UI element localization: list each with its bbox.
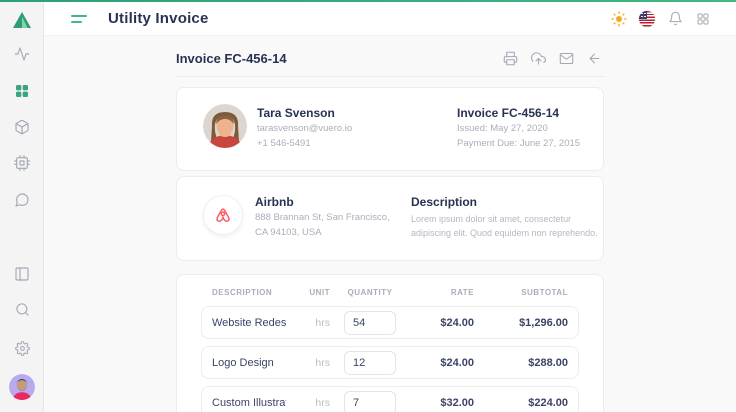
topbar-title: Utility Invoice (108, 10, 209, 27)
topbar-actions (611, 11, 736, 27)
user-avatar[interactable] (9, 374, 35, 400)
sidebar-item-search[interactable] (0, 301, 44, 317)
invoice-meta-block: Invoice FC-456-14 Issued: May 27, 2020 P… (457, 104, 581, 154)
company-block: Airbnb 888 Brannan St, San Francisco, CA… (203, 193, 411, 244)
sun-icon (611, 11, 627, 27)
dashboard-grid-icon (14, 83, 30, 99)
arrow-left-icon (587, 51, 602, 66)
main-content: Invoice FC-456-14 (44, 36, 736, 412)
cpu-icon (14, 155, 30, 171)
app-logo[interactable] (0, 9, 44, 31)
customer-avatar (203, 104, 247, 148)
us-flag-icon (639, 11, 655, 27)
table-header-row: DESCRIPTION UNIT QUANTITY RATE SUBTOTAL (201, 288, 579, 297)
item-rate: $24.00 (410, 357, 474, 369)
item-description: Custom Illustrations (212, 397, 286, 409)
item-rate: $32.00 (410, 397, 474, 409)
quantity-input[interactable] (344, 351, 396, 375)
print-button[interactable] (503, 51, 518, 66)
description-title: Description (411, 195, 601, 209)
item-description: Website Redesign (212, 317, 286, 329)
item-subtotal: $288.00 (488, 357, 568, 369)
apps-grid-icon (696, 12, 710, 26)
vuero-logo-icon (11, 9, 33, 31)
description-block: Description Lorem ipsum dolor sit amet, … (411, 193, 601, 244)
sidebar-item-messages[interactable] (0, 192, 44, 208)
activity-icon (14, 46, 30, 62)
table-row: Logo Design hrs $24.00 $288.00 (201, 346, 579, 379)
company-description-card: Airbnb 888 Brannan St, San Francisco, CA… (176, 176, 604, 261)
language-selector-button[interactable] (639, 11, 655, 27)
invoice-items-card: DESCRIPTION UNIT QUANTITY RATE SUBTOTAL … (176, 274, 604, 412)
cloud-upload-icon (531, 51, 546, 66)
item-rate: $24.00 (410, 317, 474, 329)
invoice-parties-card: Tara Svenson tarasvenson@vuero.io +1 546… (176, 87, 604, 171)
company-logo (203, 195, 243, 235)
page-header: Invoice FC-456-14 (176, 36, 604, 77)
menu-toggle-button[interactable] (71, 15, 88, 23)
item-unit: hrs (300, 397, 330, 409)
item-unit: hrs (300, 357, 330, 369)
item-description: Logo Design (212, 357, 286, 369)
sidebar-item-activity[interactable] (0, 46, 44, 62)
table-row: Website Redesign hrs $24.00 $1,296.00 (201, 306, 579, 339)
description-text: Lorem ipsum dolor sit amet, consectetur … (411, 213, 601, 240)
item-subtotal: $1,296.00 (488, 317, 568, 329)
layout-panel-icon (14, 266, 30, 282)
sidebar-item-elements[interactable] (0, 155, 44, 171)
company-address-line1: 888 Brannan St, San Francisco, (255, 212, 390, 223)
airbnb-logo-icon (211, 203, 235, 227)
company-name: Airbnb (255, 195, 390, 209)
col-header-subtotal: SUBTOTAL (488, 288, 568, 297)
chat-bubble-icon (14, 192, 30, 208)
invoice-due-date: Payment Due: June 27, 2015 (457, 138, 581, 149)
col-header-unit: UNIT (300, 288, 330, 297)
gear-icon (15, 341, 30, 356)
quantity-input[interactable] (344, 391, 396, 412)
sidebar-item-dashboards[interactable] (0, 83, 44, 99)
invoice-issued-date: Issued: May 27, 2020 (457, 123, 581, 134)
search-icon (15, 302, 30, 317)
item-subtotal: $224.00 (488, 397, 568, 409)
bell-icon (668, 11, 683, 26)
user-avatar-image (9, 374, 35, 400)
back-button[interactable] (587, 51, 602, 66)
customer-name: Tara Svenson (257, 106, 352, 120)
sidebar-item-panels[interactable] (0, 266, 44, 282)
sidebar-item-settings[interactable] (0, 340, 44, 356)
col-header-rate: RATE (410, 288, 474, 297)
company-address-line2: CA 94103, USA (255, 227, 390, 238)
apps-menu-button[interactable] (695, 11, 711, 27)
table-row: Custom Illustrations hrs $32.00 $224.00 (201, 386, 579, 412)
notifications-button[interactable] (667, 11, 683, 27)
invoice-actions (503, 51, 602, 66)
customer-block: Tara Svenson tarasvenson@vuero.io +1 546… (203, 104, 352, 154)
printer-icon (503, 51, 518, 66)
send-email-button[interactable] (559, 51, 574, 66)
customer-email: tarasvenson@vuero.io (257, 123, 352, 134)
topbar: Utility Invoice (44, 2, 736, 36)
item-unit: hrs (300, 317, 330, 329)
sidebar-item-components[interactable] (0, 119, 44, 135)
invoice-number: Invoice FC-456-14 (457, 106, 581, 120)
sidebar (0, 2, 44, 412)
page-title: Invoice FC-456-14 (176, 51, 287, 66)
mail-icon (559, 51, 574, 66)
col-header-quantity: QUANTITY (344, 288, 396, 297)
cloud-save-button[interactable] (531, 51, 546, 66)
customer-phone: +1 546-5491 (257, 138, 352, 149)
quantity-input[interactable] (344, 311, 396, 335)
box-icon (14, 119, 30, 135)
theme-toggle-button[interactable] (611, 11, 627, 27)
col-header-description: DESCRIPTION (212, 288, 286, 297)
top-accent-bar (0, 0, 736, 2)
